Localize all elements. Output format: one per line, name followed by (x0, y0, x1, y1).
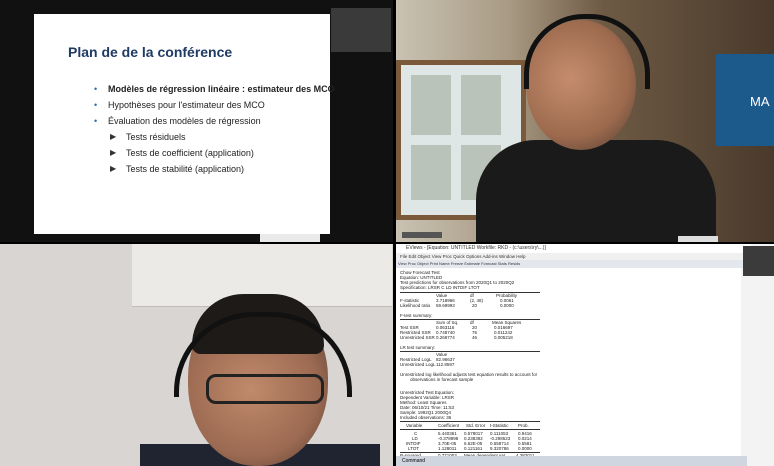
participant-video-tile[interactable]: MA (396, 0, 774, 242)
table-header: Prob. (518, 423, 529, 428)
arrow-bullet-icon: ▶ (110, 164, 117, 173)
table-cell: 0.268774 (436, 335, 455, 340)
table-cell: Likelihood ratio (400, 303, 431, 308)
table-cell: 0.005218 (494, 335, 513, 340)
shared-slide-tile[interactable]: Plan de de la conférence • Modèles de rég… (0, 0, 393, 242)
table-cell: 0.121161 (464, 446, 483, 451)
eviews-menu-bar[interactable]: File Edit Object View Proc Quick Options… (396, 253, 745, 260)
virtual-banner: MA (716, 54, 774, 146)
slide-sub-bullet: ▶ Tests de stabilité (application) (110, 164, 245, 174)
arrow-bullet-icon: ▶ (110, 132, 117, 141)
output-line: Specification: LRSR C LD INTDIF LTOT (400, 285, 480, 290)
presentation-slide: Plan de de la conférence • Modèles de rég… (34, 14, 335, 234)
table-cell: 112.8597 (436, 362, 455, 367)
slide-title: Plan de de la conférence (68, 44, 233, 60)
table-cell: 0.0000 (500, 303, 514, 308)
output-line: observations in forecast sample (410, 377, 474, 382)
slide-bullet: • Hypothèses pour l'estimateur des MCO (94, 100, 265, 110)
participant-name-tag (260, 234, 320, 242)
eviews-screen-share[interactable]: EViews - [Equation: UNTITLED Workfile: R… (396, 244, 774, 466)
participant-name-tag (402, 232, 442, 238)
slide-bullet: • Évaluation des modèles de régression (94, 116, 261, 126)
table-header: Variable (406, 423, 423, 428)
slide-sub-bullet: ▶ Tests de coefficient (application) (110, 148, 254, 158)
eviews-output: Chow Forecast Test Equation: UNTITLED Te… (396, 268, 741, 458)
bullet-dot-icon: • (94, 100, 98, 110)
bullet-dot-icon: • (94, 84, 98, 94)
slide-sub-bullet: ▶ Tests résiduels (110, 132, 186, 142)
table-cell: LTOT (408, 446, 420, 451)
table-cell: 0.0000 (518, 446, 532, 451)
table-cell: 9.320786 (490, 446, 509, 451)
output-line: F-test summary: (400, 313, 433, 318)
command-bar[interactable]: Command (396, 456, 747, 466)
table-cell: Unrestricted SSR (400, 335, 435, 340)
table-header: Coefficient (438, 423, 460, 428)
output-line: Included observations: 36 (400, 415, 452, 420)
table-cell: 1.128011 (438, 446, 457, 451)
table-cell: 20 (472, 303, 478, 308)
participant-video-tile[interactable] (0, 244, 393, 466)
table-header: Std. Error (466, 423, 486, 428)
eviews-toolbar[interactable]: View Proc Object Print Name Freeze Estim… (396, 260, 743, 268)
bullet-dot-icon: • (94, 116, 98, 126)
table-cell: Unrestricted LogL (400, 362, 436, 367)
participant-body (476, 140, 716, 242)
output-line: LR test summary: (400, 345, 436, 350)
participant-name-tag (678, 236, 718, 242)
table-cell: 46 (472, 335, 478, 340)
table-header: t-Statistic (490, 423, 509, 428)
slide-bullet: • Modèles de régression linéaire : estima… (94, 84, 335, 94)
presenter-thumbnail[interactable] (331, 8, 391, 52)
headset-icon (524, 14, 650, 89)
table-cell: 59.69993 (436, 303, 455, 308)
arrow-bullet-icon: ▶ (110, 148, 117, 157)
participant-thumbnail[interactable] (743, 246, 774, 276)
eviews-title-bar: EViews - [Equation: UNTITLED Workfile: R… (396, 244, 751, 253)
